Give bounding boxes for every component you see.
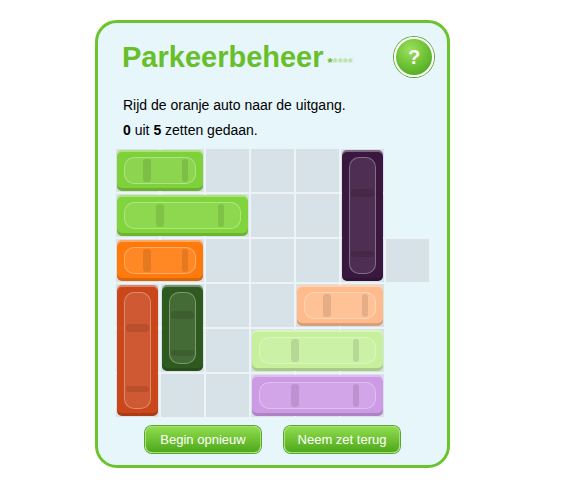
instructions: Rijd de oranje auto naar de uitgang.0 ui…: [98, 93, 447, 143]
car[interactable]: [115, 283, 160, 418]
car[interactable]: [250, 373, 385, 418]
car[interactable]: [340, 148, 385, 283]
star: *: [343, 56, 348, 69]
board-area: [115, 148, 447, 418]
undo-button[interactable]: Neem zet terug: [284, 426, 400, 453]
button-row: Begin opnieuw Neem zet terug: [145, 426, 447, 453]
board-cell: [250, 283, 295, 328]
star: *: [333, 56, 338, 69]
exit-cell: [385, 238, 430, 283]
car[interactable]: [115, 193, 250, 238]
board-cell: [295, 148, 340, 193]
car[interactable]: [115, 148, 205, 193]
board-cell: [205, 238, 250, 283]
board-cell: [205, 328, 250, 373]
parking-board: [115, 148, 385, 418]
difficulty-stars: *****: [328, 56, 353, 69]
page: Parkeerbeheer*****?Rijd de oranje auto n…: [0, 0, 569, 492]
star: *: [328, 56, 333, 69]
car[interactable]: [250, 328, 385, 373]
board-cell: [160, 373, 205, 418]
board-cell: [205, 283, 250, 328]
instruction-text: Rijd de oranje auto naar de uitgang.: [123, 93, 447, 118]
title-row: Parkeerbeheer*****?: [98, 35, 447, 79]
board-cell: [250, 193, 295, 238]
help-button[interactable]: ?: [394, 37, 434, 77]
game-card: Parkeerbeheer*****?Rijd de oranje auto n…: [95, 20, 450, 468]
star: *: [348, 56, 353, 69]
move-counter: 0 uit 5 zetten gedaan.: [123, 118, 447, 143]
board-cell: [205, 373, 250, 418]
board-cell: [295, 193, 340, 238]
board-cell: [205, 148, 250, 193]
star: *: [338, 56, 343, 69]
car[interactable]: [160, 283, 205, 373]
target-car[interactable]: [115, 238, 205, 283]
board-cell: [250, 238, 295, 283]
restart-button[interactable]: Begin opnieuw: [145, 426, 261, 453]
board-cell: [295, 238, 340, 283]
board-cell: [250, 148, 295, 193]
car[interactable]: [295, 283, 385, 328]
title: Parkeerbeheer: [122, 43, 324, 72]
